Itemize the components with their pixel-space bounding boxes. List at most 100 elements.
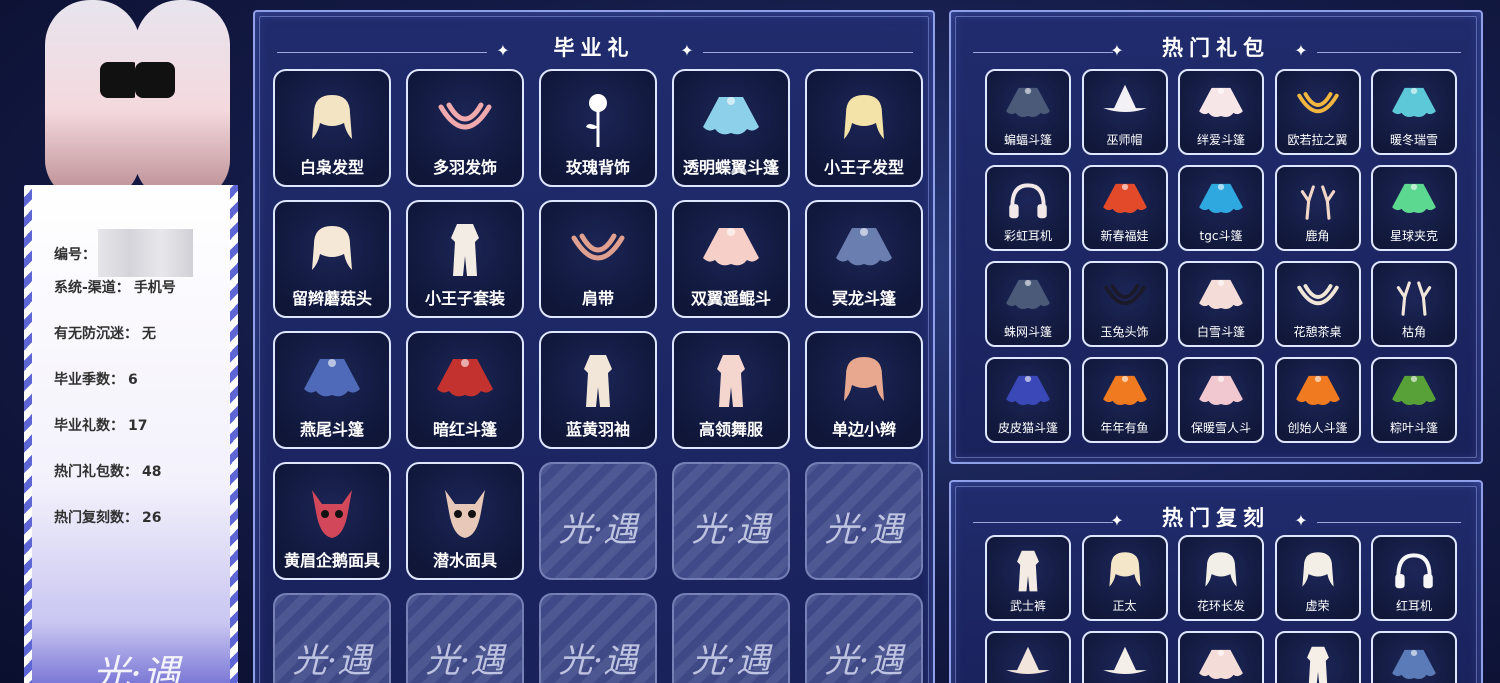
hot-pack-item[interactable]: tgc斗篷 [1178,165,1264,251]
hot-pack-item[interactable]: 欧若拉之翼 [1274,69,1361,155]
butterfly-cape-icon [699,87,763,151]
hot-packs-title: 热门礼包 [1162,36,1270,60]
graduation-item[interactable]: 单边小辫 [805,331,923,449]
graduation-item[interactable]: 小王子发型 [805,69,923,187]
feather-sleeve-outfit-icon [566,349,630,413]
graduation-item[interactable]: 留辫蘑菇头 [273,200,391,318]
hot-rerun-item[interactable]: 红耳机 [1371,535,1457,621]
item-label: 玫瑰背饰 [565,158,630,177]
item-label: 星球夹克 [1389,229,1438,243]
empty-item-slot: 光·遇 [672,593,790,683]
hot-pack-item[interactable]: 花憩茶桌 [1274,261,1361,347]
deer-antler-icon [1292,176,1344,226]
item-label: 欧若拉之翼 [1287,133,1348,147]
hot-pack-item[interactable]: 巫师帽 [1081,69,1168,155]
little-prince-hair-icon [832,87,896,151]
hot-pack-item[interactable]: 蛛网斗篷 [985,261,1071,347]
hot-pack-item[interactable]: 枯角 [1371,261,1457,347]
item-label: 留辫蘑菇头 [291,289,372,308]
rainbow-headphones-icon [1002,176,1054,226]
item-label: 小王子发型 [823,158,904,177]
samurai-pants-icon [1002,546,1054,596]
info-value: 48 [142,464,162,480]
item-label: 彩虹耳机 [1003,229,1052,243]
info-value: 手机号 [133,280,176,296]
vanity-hair-icon [1292,546,1344,596]
tgc-cape-icon [1195,176,1247,226]
graduation-grid: 白枭发型 多羽发饰 玫瑰背饰 透明蝶翼斗篷 小王子发型留辫蘑菇头 小王子套装 肩带 双翼遥鲲斗… [273,69,923,683]
hot-pack-item[interactable]: 鹿角 [1274,165,1361,251]
item-label: 正太 [1112,599,1137,613]
placeholder-logo: 光·遇 [558,510,638,550]
graduation-item[interactable]: 潜水面具 [406,462,524,580]
empty-item-slot: 光·遇 [672,462,790,580]
little-prince-outfit-icon [433,218,497,282]
fish-cape-icon [1099,368,1151,418]
placeholder-logo: 光·遇 [425,641,505,681]
hot-rerun-item[interactable]: 正太 [1081,535,1168,621]
item-label: 黄眉企鹅面具 [283,551,380,570]
graduation-item[interactable]: 小王子套装 [406,200,524,318]
graduation-item[interactable]: 玫瑰背饰 [539,69,657,187]
info-label: 热门复刻数： [54,510,138,526]
graduation-item[interactable]: 高领舞服 [672,331,790,449]
account-info-card: 编号： 系统-渠道： 手机号 有无防沉迷：无毕业季数： 6 毕业礼数： 17 热门礼包数： 4… [24,185,238,683]
graduation-item[interactable]: 透明蝶翼斗篷 [672,69,790,187]
hot-pack-item[interactable]: 皮皮猫斗篷 [985,357,1071,443]
rabbit-headpiece-icon [1099,272,1151,322]
dry-antler-icon [1388,272,1440,322]
hot-rerun-item[interactable]: 花环长发 [1178,535,1264,621]
hot-pack-item[interactable]: 玉兔头饰 [1081,261,1168,347]
double-wing-cape-icon [699,218,763,282]
cape-icon [1195,642,1247,683]
hot-packs-panel: ✦ 热门礼包 ✦ 蝙蝠斗篷 巫师帽 绊爱斗篷 欧若拉之翼 暖冬瑞雪 彩虹耳机 新春福娃 tgc… [949,10,1483,464]
boy-hair-icon [1099,546,1151,596]
snow-cape-icon [1195,272,1247,322]
item-label: 巫师帽 [1106,133,1143,147]
hot-rerun-item[interactable]: 武士裤 [985,535,1071,621]
shoulder-strap-icon [566,218,630,282]
graduation-item[interactable]: 蓝黄羽袖 [539,331,657,449]
profile-panel: 编号： 系统-渠道： 手机号 有无防沉迷：无毕业季数： 6 毕业礼数： 17 热门礼包数： 4… [0,0,250,683]
empty-item-slot: 光·遇 [805,462,923,580]
graduation-item[interactable]: 冥龙斗篷 [805,200,923,318]
hot-pack-item[interactable]: 保暖雪人斗 [1178,357,1264,443]
hot-rerun-item[interactable] [1371,631,1457,683]
graduation-item[interactable]: 燕尾斗篷 [273,331,391,449]
graduation-item[interactable]: 白枭发型 [273,69,391,187]
hot-pack-item[interactable]: 绊爱斗篷 [1178,69,1264,155]
hot-pack-item[interactable]: 蝙蝠斗篷 [985,69,1071,155]
spider-web-cape-icon [1002,272,1054,322]
zongzi-cape-icon [1388,368,1440,418]
hot-rerun-item[interactable]: 虚荣 [1274,535,1361,621]
hot-pack-item[interactable]: 新春福娃 [1081,165,1168,251]
hot-pack-item[interactable]: 白雪斗篷 [1178,261,1264,347]
graduation-item[interactable]: 肩带 [539,200,657,318]
placeholder-logo: 光·遇 [824,641,904,681]
item-label: 枯角 [1401,325,1426,339]
item-label: 蝙蝠斗篷 [1003,133,1052,147]
hot-rerun-item[interactable] [1274,631,1361,683]
item-label: 小王子套装 [424,289,505,308]
hot-rerun-item[interactable] [1178,631,1264,683]
item-label: 暗红斗篷 [432,420,497,439]
info-row: 有无防沉迷：无 [54,323,156,343]
hot-pack-item[interactable]: 年年有鱼 [1081,357,1168,443]
wizard-hat-icon [1099,80,1151,130]
info-row: 热门复刻数： 26 [54,507,161,527]
hot-pack-item[interactable]: 彩虹耳机 [985,165,1071,251]
graduation-item[interactable]: 双翼遥鲲斗 [672,200,790,318]
hot-reruns-panel: ✦ 热门复刻 ✦ 武士裤 正太 花环长发 虚荣 红耳机 [949,480,1483,683]
info-row: 系统-渠道： 手机号 [54,277,176,297]
graduation-item[interactable]: 多羽发饰 [406,69,524,187]
item-label: 绊爱斗篷 [1196,133,1245,147]
hot-pack-item[interactable]: 星球夹克 [1371,165,1457,251]
hot-rerun-item[interactable] [1081,631,1168,683]
graduation-title: 毕业礼 [553,36,635,60]
hot-pack-item[interactable]: 创始人斗篷 [1274,357,1361,443]
hot-pack-item[interactable]: 粽叶斗篷 [1371,357,1457,443]
graduation-item[interactable]: 暗红斗篷 [406,331,524,449]
hot-rerun-item[interactable] [985,631,1071,683]
graduation-item[interactable]: 黄眉企鹅面具 [273,462,391,580]
hot-pack-item[interactable]: 暖冬瑞雪 [1371,69,1457,155]
